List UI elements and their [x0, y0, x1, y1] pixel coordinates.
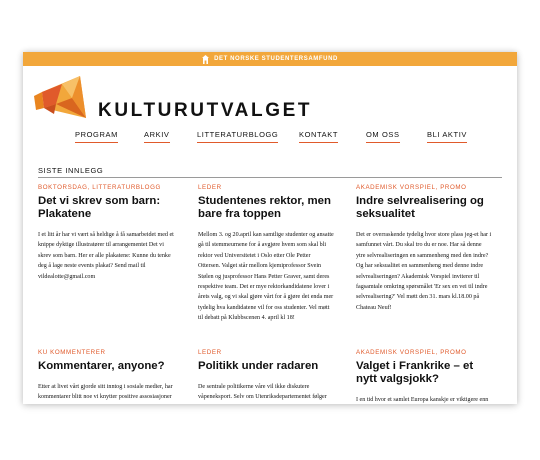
post-category[interactable]: AKADEMISK VORSPIEL, PROMO: [356, 349, 492, 356]
post-title[interactable]: Kommentarer, anyone?: [38, 360, 174, 373]
post-excerpt: I et litt år har vi vært så heldige å få…: [38, 232, 174, 280]
post-category[interactable]: KU KOMMENTERER: [38, 349, 174, 356]
top-bar: DET NORSKE STUDENTERSAMFUND: [23, 52, 517, 66]
post-excerpt: Etter at livet vårt gjorde sitt inntog i…: [38, 384, 173, 401]
browser-page: DET NORSKE STUDENTERSAMFUND KULTURUTVALG…: [23, 52, 517, 404]
post-category[interactable]: AKADEMISK VORSPIEL, PROMO: [356, 184, 492, 191]
nav-item-litteraturblogg[interactable]: LITTERATURBLOGG: [197, 130, 279, 143]
post-title[interactable]: Studentenes rektor, men bare fra toppen: [198, 195, 334, 221]
main-nav: PROGRAM ARKIV LITTERATURBLOGG KONTAKT OM…: [23, 128, 517, 152]
post-excerpt: Det er overraskende tydelig hvor store p…: [356, 232, 492, 311]
post-card: AKADEMISK VORSPIEL, PROMO Valget i Frank…: [356, 349, 492, 404]
building-icon: [202, 54, 210, 64]
post-title[interactable]: Politikk under radaren: [198, 360, 334, 373]
post-card: BOKTORSDAG, LITTERATURBLOGG Det vi skrev…: [38, 184, 174, 282]
post-card: LEDER Studentenes rektor, men bare fra t…: [198, 184, 334, 324]
post-card: KU KOMMENTERER Kommentarer, anyone? Ette…: [38, 349, 174, 404]
post-excerpt: De sentrale politikerne våre vil ikke di…: [198, 384, 327, 401]
nav-item-kontakt[interactable]: KONTAKT: [299, 130, 339, 143]
post-title[interactable]: Valget i Frankrike – et nytt valgsjokk?: [356, 360, 492, 386]
section-title: SISTE INNLEGG: [38, 166, 104, 175]
nav-item-om-oss[interactable]: OM OSS: [366, 130, 400, 143]
site-title[interactable]: KULTURUTVALGET: [98, 100, 312, 122]
nav-item-bli-aktiv[interactable]: BLI AKTIV: [427, 130, 467, 143]
post-category[interactable]: LEDER: [198, 349, 334, 356]
megaphone-logo[interactable]: [32, 74, 88, 120]
post-card: LEDER Politikk under radaren De sentrale…: [198, 349, 334, 404]
section-divider: [38, 177, 502, 178]
post-card: AKADEMISK VORSPIEL, PROMO Indre selvreal…: [356, 184, 492, 313]
nav-item-arkiv[interactable]: ARKIV: [144, 130, 170, 143]
site-header: KULTURUTVALGET: [23, 66, 517, 128]
top-bar-label[interactable]: DET NORSKE STUDENTERSAMFUND: [214, 56, 338, 62]
post-excerpt: I en tid hvor et samlet Europa kanskje e…: [356, 397, 489, 403]
post-category[interactable]: BOKTORSDAG, LITTERATURBLOGG: [38, 184, 174, 191]
post-title[interactable]: Det vi skrev som barn: Plakatene: [38, 195, 174, 221]
post-excerpt: Mellom 3. og 20.april kan samtlige stude…: [198, 232, 334, 322]
post-title[interactable]: Indre selvrealisering og seksualitet: [356, 195, 492, 221]
nav-item-program[interactable]: PROGRAM: [75, 130, 118, 143]
post-category[interactable]: LEDER: [198, 184, 334, 191]
